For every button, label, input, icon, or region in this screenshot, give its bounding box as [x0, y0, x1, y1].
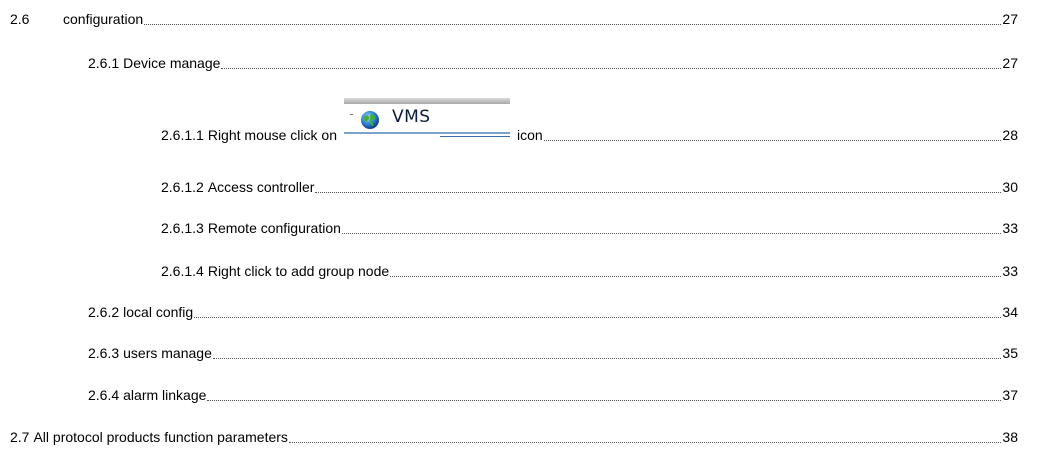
toc-number: 2.6.3 [88, 345, 120, 361]
toc-entry-2-7[interactable]: 2.7 All protocol products function parame… [0, 427, 1054, 447]
toc-page-number: 33 [1002, 220, 1018, 236]
dot-leader [194, 316, 1002, 318]
dot-leader [543, 139, 1002, 141]
toc-entry-2-6[interactable]: 2.6 configuration 27 [0, 9, 1054, 29]
toc-number: 2.6.1.3 [161, 220, 204, 236]
toc-title: local config [123, 304, 194, 320]
toc-entry-2-6-4[interactable]: 2.6.4 alarm linkage 37 [0, 385, 1054, 405]
toc-page-number: 34 [1002, 304, 1018, 320]
globe-icon [361, 111, 379, 129]
toc-title: Right click to add group node [207, 263, 390, 279]
dot-leader [144, 23, 1002, 25]
toc-title-before: Right mouse click on [207, 127, 337, 143]
dot-leader [212, 357, 1002, 359]
toc-number: 2.7 [10, 429, 30, 445]
dot-leader [315, 191, 1002, 193]
dot-leader [341, 232, 1002, 234]
toc-page-number: 37 [1002, 387, 1018, 403]
toc-title: users manage [123, 345, 212, 361]
toc-title: Remote configuration [207, 220, 341, 236]
toc-title-after: icon [517, 127, 543, 143]
toc-number: 2.6.1.4 [161, 263, 204, 279]
toc-number: 2.6.1.2 [161, 179, 204, 195]
toc-page-number: 28 [1002, 127, 1018, 143]
toc-entry-2-6-1-1[interactable]: 2.6.1.1 Right mouse click on VMS icon 28 [0, 98, 1054, 145]
vms-label: VMS [392, 107, 431, 127]
toc-entry-2-6-2[interactable]: 2.6.2 local config 34 [0, 302, 1054, 322]
toc-entry-2-6-1-4[interactable]: 2.6.1.4 Right click to add group node 33 [0, 261, 1054, 281]
toc-entry-2-6-1-3[interactable]: 2.6.1.3 Remote configuration 33 [0, 218, 1054, 238]
toc-page-number: 27 [1002, 55, 1018, 71]
toc-title: alarm linkage [123, 387, 207, 403]
toc-title: All protocol products function parameter… [33, 429, 288, 445]
vms-app-icon-image: VMS [344, 98, 510, 142]
toc-number: 2.6.1.1 [161, 127, 204, 143]
toc-page-number: 27 [1002, 11, 1018, 27]
toc-page-number: 38 [1002, 429, 1018, 445]
toc-entry-2-6-1[interactable]: 2.6.1 Device manage 27 [0, 53, 1054, 73]
dot-leader [207, 399, 1002, 401]
toc-number: 2.6.1 [88, 55, 120, 71]
toc-entry-2-6-1-2[interactable]: 2.6.1.2 Access controller 30 [0, 177, 1054, 197]
toc-number: 2.6 [10, 11, 30, 27]
toc-page-number: 30 [1002, 179, 1018, 195]
toc-entry-2-6-3[interactable]: 2.6.3 users manage 35 [0, 343, 1054, 363]
toc-page-number: 35 [1002, 345, 1018, 361]
toc-number: 2.6.4 [88, 387, 120, 403]
dot-leader [390, 275, 1002, 277]
toc-title: Access controller [207, 179, 315, 195]
toc-page-number: 33 [1002, 263, 1018, 279]
dot-leader [221, 67, 1002, 69]
toc-title: configuration [63, 11, 144, 27]
toc-number: 2.6.2 [88, 304, 120, 320]
toc-title: Device manage [123, 55, 221, 71]
dot-leader [288, 441, 1002, 443]
